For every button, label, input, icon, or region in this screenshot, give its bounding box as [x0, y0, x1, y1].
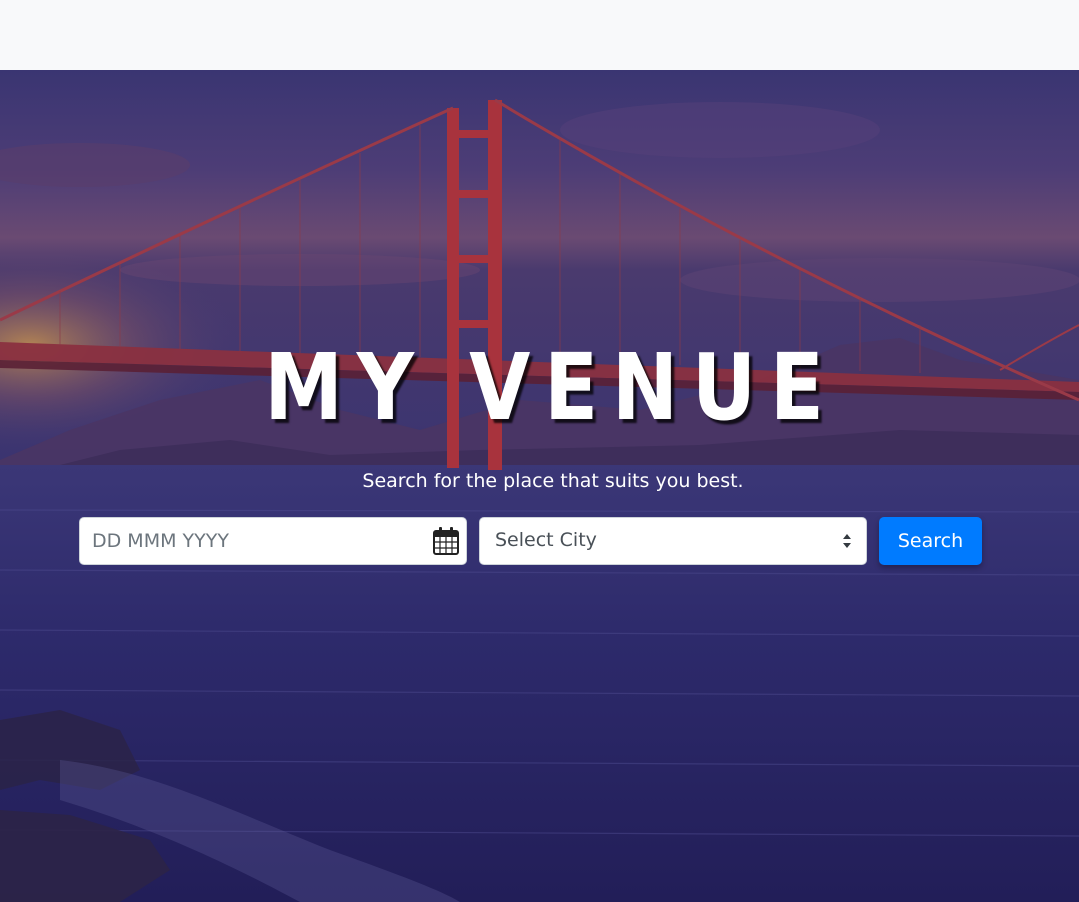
- city-select[interactable]: Select City: [479, 517, 867, 565]
- date-field[interactable]: [79, 517, 467, 565]
- top-navbar: [0, 0, 1079, 70]
- search-button[interactable]: Search: [879, 517, 982, 565]
- search-form: Select City Search: [79, 517, 982, 565]
- date-input[interactable]: [92, 518, 422, 564]
- calendar-icon[interactable]: [431, 526, 461, 556]
- sort-caret-icon: [843, 534, 851, 548]
- hero-section: MY VENUE Search for the place that suits…: [0, 70, 1079, 902]
- city-select-value: Select City: [495, 529, 597, 551]
- hero-subtitle: Search for the place that suits you best…: [362, 470, 744, 492]
- page-title: MY VENUE: [264, 334, 838, 441]
